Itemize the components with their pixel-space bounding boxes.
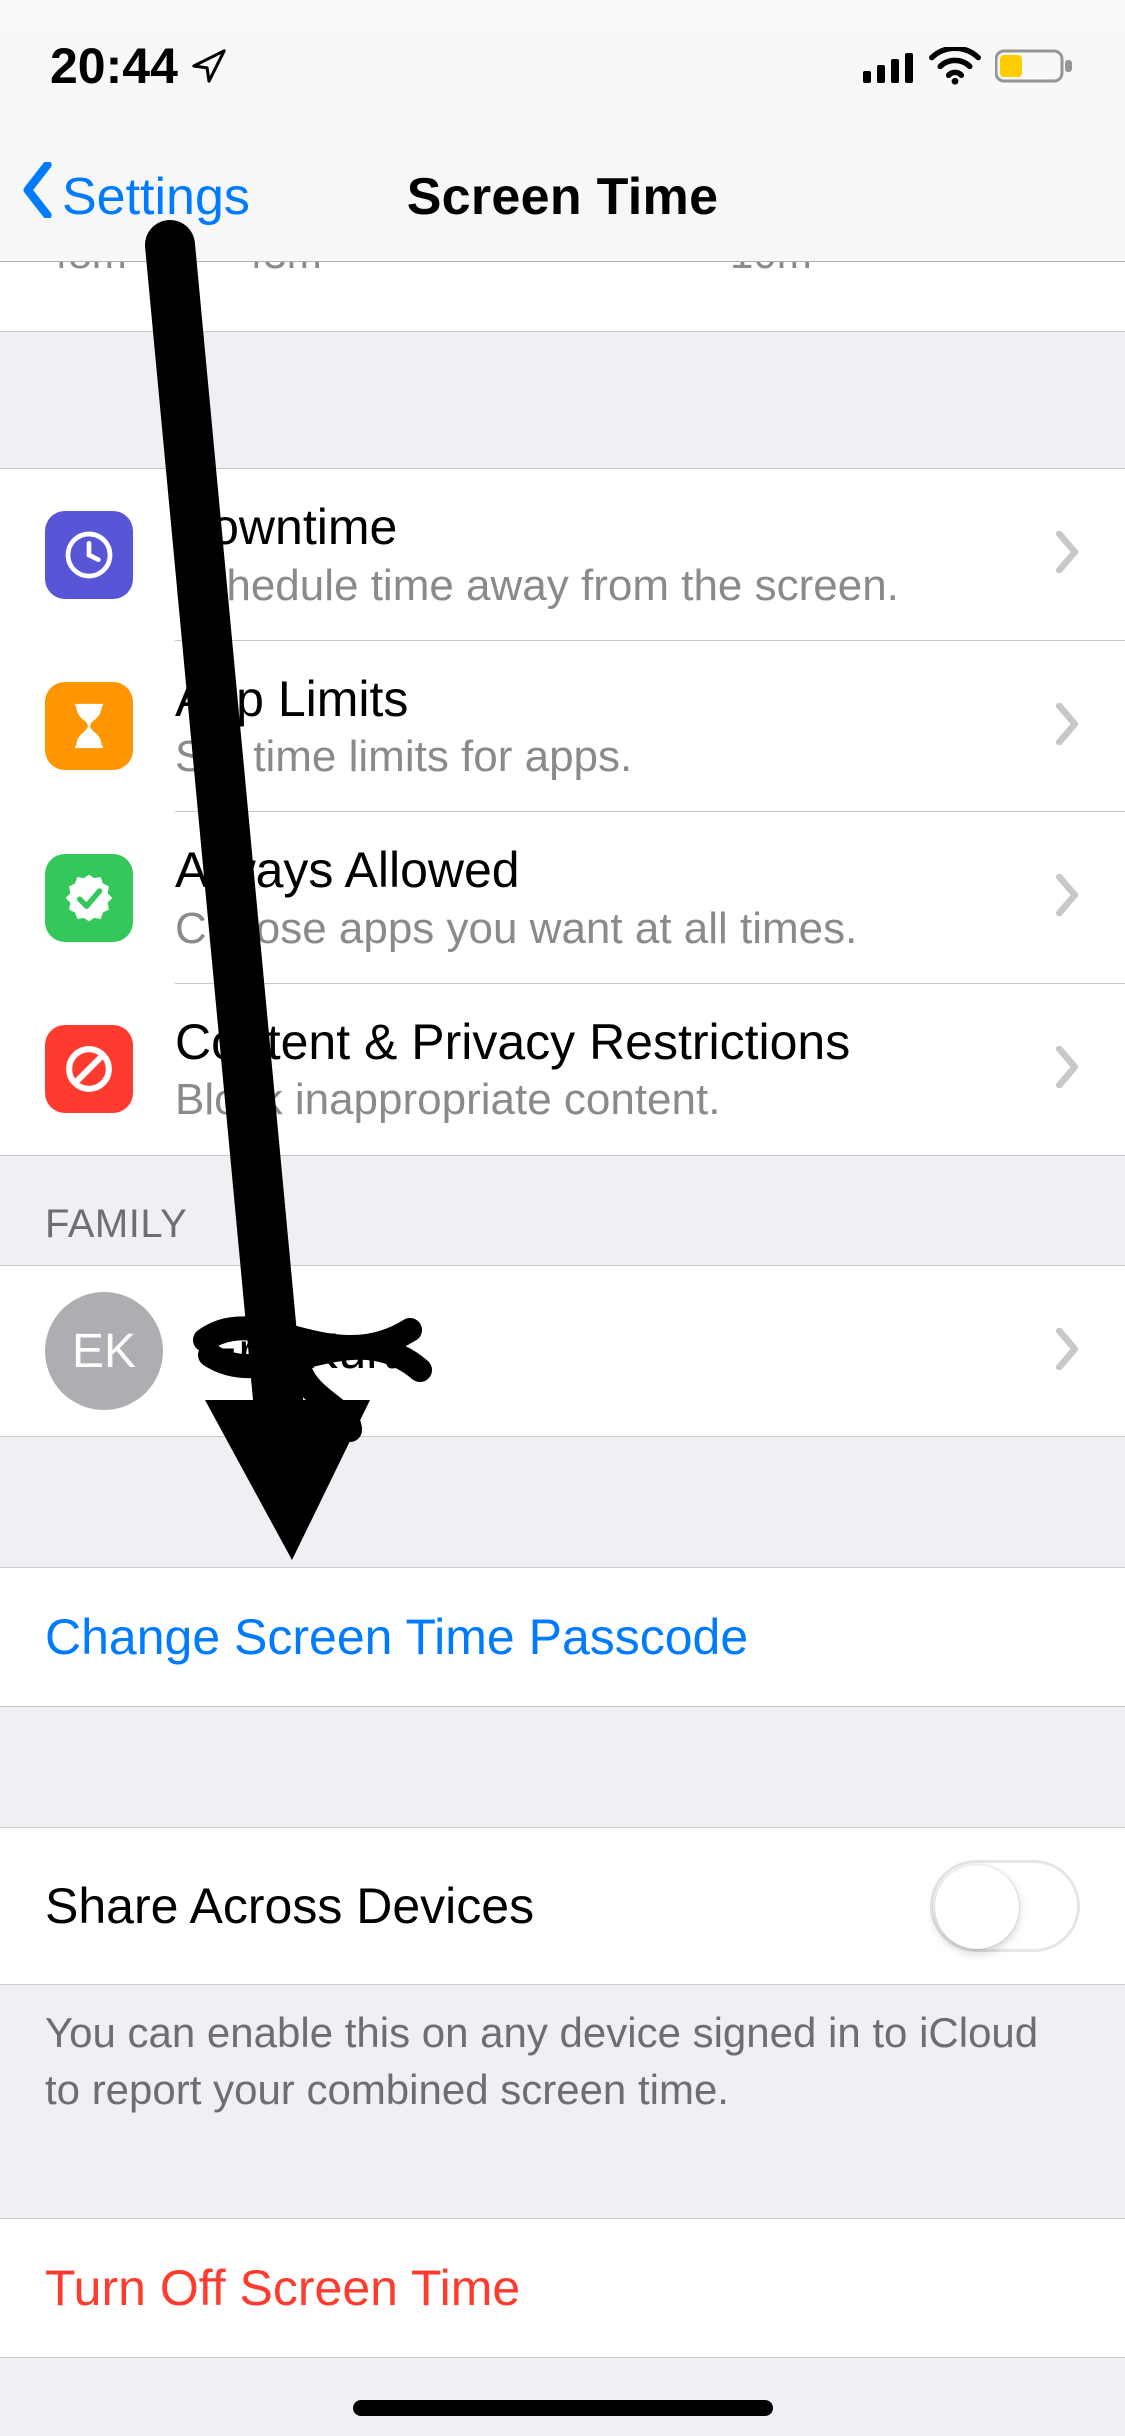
chevron-right-icon	[1054, 531, 1080, 578]
feature-list: Downtime Schedule time away from the scr…	[0, 468, 1125, 1156]
family-member-name: Eric Kurt	[205, 1322, 1054, 1380]
chevron-right-icon	[1054, 874, 1080, 921]
usage-chart-strip[interactable]: 48m 43m 10m	[0, 262, 1125, 332]
share-devices-footnote: You can enable this on any device signed…	[0, 1985, 1125, 2118]
family-member-row[interactable]: EK Eric Kurt	[0, 1265, 1125, 1437]
status-time: 20:44	[50, 37, 178, 95]
row-app-limits[interactable]: App Limits Set time limits for apps.	[0, 641, 1125, 813]
chevron-left-icon	[20, 162, 58, 231]
row-title: Always Allowed	[175, 842, 1054, 900]
nav-title: Screen Time	[407, 167, 719, 227]
row-title: Content & Privacy Restrictions	[175, 1014, 1054, 1072]
usage-value-1: 48m	[45, 262, 127, 278]
wifi-icon	[929, 47, 981, 85]
row-title: Downtime	[175, 499, 1054, 557]
avatar: EK	[45, 1292, 163, 1410]
row-subtitle: Set time limits for apps.	[175, 732, 1054, 782]
battery-icon	[995, 47, 1075, 85]
chevron-right-icon	[1054, 1046, 1080, 1093]
row-share-devices[interactable]: Share Across Devices	[0, 1827, 1125, 1985]
row-title: App Limits	[175, 671, 1054, 729]
content-area: 48m 43m 10m Downtime Schedule time away …	[0, 262, 1125, 2436]
section-header-family: FAMILY	[0, 1156, 1125, 1265]
change-passcode-button[interactable]: Change Screen Time Passcode	[0, 1567, 1125, 1707]
hourglass-icon	[45, 682, 133, 770]
toggle-knob	[935, 1865, 1019, 1949]
status-bar: 20:44	[0, 0, 1125, 132]
chevron-right-icon	[1054, 703, 1080, 750]
check-badge-icon	[45, 854, 133, 942]
row-subtitle: Block inappropriate content.	[175, 1075, 1054, 1125]
chevron-right-icon	[1054, 1328, 1080, 1375]
row-subtitle: Choose apps you want at all times.	[175, 904, 1054, 954]
cellular-signal-icon	[863, 49, 915, 83]
back-button[interactable]: Settings	[20, 162, 250, 231]
turn-off-button[interactable]: Turn Off Screen Time	[0, 2218, 1125, 2358]
usage-value-3: 10m	[730, 262, 812, 278]
location-arrow-icon	[190, 47, 228, 85]
back-label: Settings	[62, 167, 250, 227]
share-devices-label: Share Across Devices	[45, 1877, 534, 1935]
home-indicator[interactable]	[353, 2400, 773, 2416]
nav-bar: Settings Screen Time	[0, 132, 1125, 262]
no-symbol-icon	[45, 1025, 133, 1113]
row-subtitle: Schedule time away from the screen.	[175, 561, 1054, 611]
share-devices-toggle[interactable]	[930, 1860, 1080, 1952]
row-always-allowed[interactable]: Always Allowed Choose apps you want at a…	[0, 812, 1125, 984]
downtime-icon	[45, 511, 133, 599]
row-downtime[interactable]: Downtime Schedule time away from the scr…	[0, 469, 1125, 641]
usage-value-2: 43m	[240, 262, 322, 278]
row-content-privacy[interactable]: Content & Privacy Restrictions Block ina…	[0, 984, 1125, 1156]
